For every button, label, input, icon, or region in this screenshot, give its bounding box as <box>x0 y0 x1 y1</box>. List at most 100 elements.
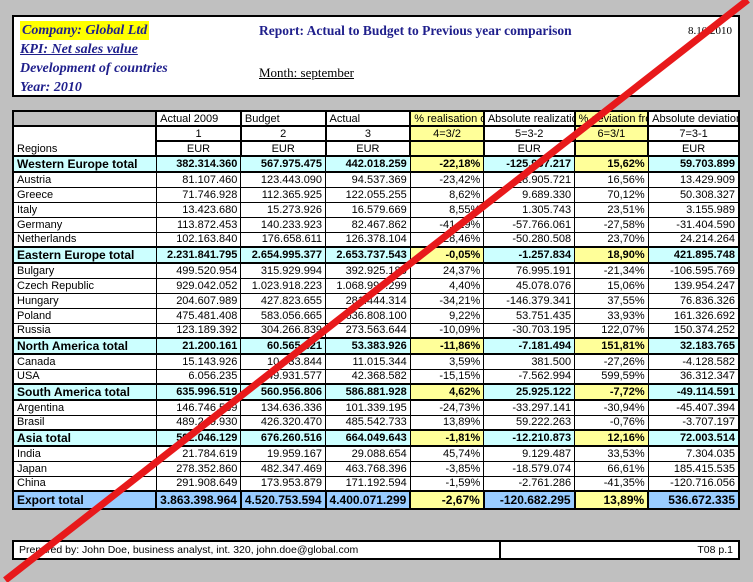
column-header-title-7: Absolute deviation from previous year <box>647 110 740 127</box>
column-header-currency-4 <box>409 140 485 157</box>
cell-value: -49.114.591 <box>647 383 740 401</box>
table-row: Greece 71.746.928 112.365.925 122.055.255 8,… <box>12 186 740 203</box>
table-row-total: Western Europe total 382.314.360 567.975.4… <box>12 155 740 173</box>
cell-value: 139.954.247 <box>647 277 740 294</box>
cell-value: 72.003.514 <box>647 429 740 447</box>
cell-value: 475.481.408 <box>155 307 242 324</box>
table-row: India 21.784.619 19.959.167 29.088.654 45,74… <box>12 445 740 462</box>
table-row: Russia 123.189.392 304.266.839 273.563.644-… <box>12 322 740 339</box>
cell-value: 16.579.669 <box>325 201 411 218</box>
cell-value: 8,62% <box>409 186 485 203</box>
report-title: Report: Actual to Budget to Previous yea… <box>259 23 572 38</box>
cell-value: -7.181.494 <box>483 337 576 355</box>
cell-value: 176.658.611 <box>240 231 327 248</box>
cell-value: 427.823.655 <box>240 292 327 309</box>
cell-value: 45.078.076 <box>483 277 576 294</box>
cell-value: 273.563.644 <box>325 322 411 339</box>
report-header: Company: Global Ltd KPI: Net sales value… <box>12 15 740 97</box>
cell-value: 676.260.516 <box>240 429 327 447</box>
table-row: Austria 81.107.460 123.443.090 94.537.369 -2… <box>12 171 740 188</box>
row-label: Export total <box>11 490 158 510</box>
cell-value: 150.374.252 <box>647 322 740 339</box>
row-label: Western Europe total <box>12 155 157 173</box>
cell-value: -11,86% <box>409 337 485 355</box>
development-label: Development of countries <box>20 61 168 76</box>
cell-value: 560.956.806 <box>240 383 327 401</box>
cell-value: 21.200.161 <box>155 337 242 355</box>
footer-divider <box>499 542 501 558</box>
column-header-title-5: Absolute realization of budget <box>482 110 576 127</box>
table-row: Poland 475.481.408 583.056.665 636.808.100 9… <box>12 307 740 324</box>
cell-value: -45.407.394 <box>647 399 740 416</box>
table-row-total: Asia total 592.046.129 676.260.516 664.049.… <box>12 429 740 447</box>
cell-value: 123.443.090 <box>240 171 327 188</box>
cell-value: 3.863.398.964 <box>155 490 242 510</box>
cell-value: 15.143.926 <box>155 353 242 370</box>
cell-value: -34,21% <box>409 292 485 309</box>
cell-value: 76.836.326 <box>647 292 740 309</box>
column-header-currency-2: EUR <box>239 140 327 157</box>
column-header-number-3: 3 <box>324 125 412 142</box>
column-header-title-3: Actual <box>324 110 412 127</box>
cell-value: -33.297.141 <box>483 399 576 416</box>
cell-value: 23,70% <box>574 231 649 248</box>
cell-value: 9,22% <box>409 307 485 324</box>
cell-value: -41,35% <box>574 475 649 492</box>
cell-value: 4.400.071.299 <box>324 490 412 510</box>
table-row: Argentina 146.746.589 134.636.336 101.339.1… <box>12 399 740 416</box>
table-row: Italy 13.423.680 15.273.926 16.579.669 8,55%… <box>12 201 740 218</box>
report-table: Actual 2009BudgetActual% realisation of … <box>11 110 740 510</box>
cell-value: 1.305.743 <box>483 201 576 218</box>
cell-value: -146.379.341 <box>483 292 576 309</box>
cell-value: 13,89% <box>409 414 485 431</box>
cell-value: 112.365.925 <box>240 186 327 203</box>
cell-value: 101.339.195 <box>325 399 411 416</box>
cell-value: 635.996.519 <box>155 383 242 401</box>
cell-value: -125.957.217 <box>483 155 576 173</box>
row-label: Eastern Europe total <box>12 246 157 264</box>
cell-value: 21.784.619 <box>155 445 242 462</box>
cell-value: 204.607.989 <box>155 292 242 309</box>
cell-value: 49.931.577 <box>240 368 327 385</box>
page-reference: T08 p.1 <box>697 544 733 556</box>
column-header-title-4: % realisation of budget <box>409 110 485 127</box>
cell-value: -120.682.295 <box>482 490 576 510</box>
cell-value: -15,15% <box>409 368 485 385</box>
row-label: Japan <box>12 460 157 477</box>
column-header-currency-5: EUR <box>482 140 576 157</box>
cell-value: 2.653.737.543 <box>325 246 411 264</box>
kpi-label: KPI: Net sales value <box>20 42 138 57</box>
report-month: Month: september <box>259 65 354 80</box>
cell-value: 33,53% <box>574 445 649 462</box>
cell-value: 18,90% <box>574 246 649 264</box>
table-row-total: Eastern Europe total 2.231.841.795 2.654.9… <box>12 246 740 264</box>
cell-value: -1,59% <box>409 475 485 492</box>
column-header-title-6: % deviation from previous year <box>573 110 650 127</box>
cell-value: 536.672.335 <box>647 490 740 510</box>
cell-value: -57.766.061 <box>483 216 576 233</box>
cell-value: -28,46% <box>409 231 485 248</box>
table-row: Netherlands 102.163.840 176.658.611 126.378… <box>12 231 740 248</box>
cell-value: 122.055.255 <box>325 186 411 203</box>
cell-value: -22,18% <box>409 155 485 173</box>
cell-value: 426.320.470 <box>240 414 327 431</box>
cell-value: -120.716.056 <box>647 475 740 492</box>
cell-value: 24.214.264 <box>647 231 740 248</box>
cell-value: -24,73% <box>409 399 485 416</box>
report-date: 8.10.2010 <box>688 25 732 37</box>
cell-value: 485.542.733 <box>325 414 411 431</box>
cell-value: 82.467.862 <box>325 216 411 233</box>
cell-value: -23,42% <box>409 171 485 188</box>
cell-value: -2,67% <box>409 490 485 510</box>
cell-value: 291.908.649 <box>155 475 242 492</box>
table-row: Czech Republic 929.042.052 1.023.918.223 1.… <box>12 277 740 294</box>
table-row: China 291.908.649 173.953.879 171.192.594 -1… <box>12 475 740 492</box>
cell-value: -18.579.074 <box>483 460 576 477</box>
table-body: Western Europe total 382.314.360 567.975.4… <box>11 155 740 510</box>
cell-value: 8,55% <box>409 201 485 218</box>
cell-value: 3,59% <box>409 353 485 370</box>
cell-value: 94.537.369 <box>325 171 411 188</box>
cell-value: 442.018.259 <box>325 155 411 173</box>
cell-value: 134.636.336 <box>240 399 327 416</box>
cell-value: 13.423.680 <box>155 201 242 218</box>
